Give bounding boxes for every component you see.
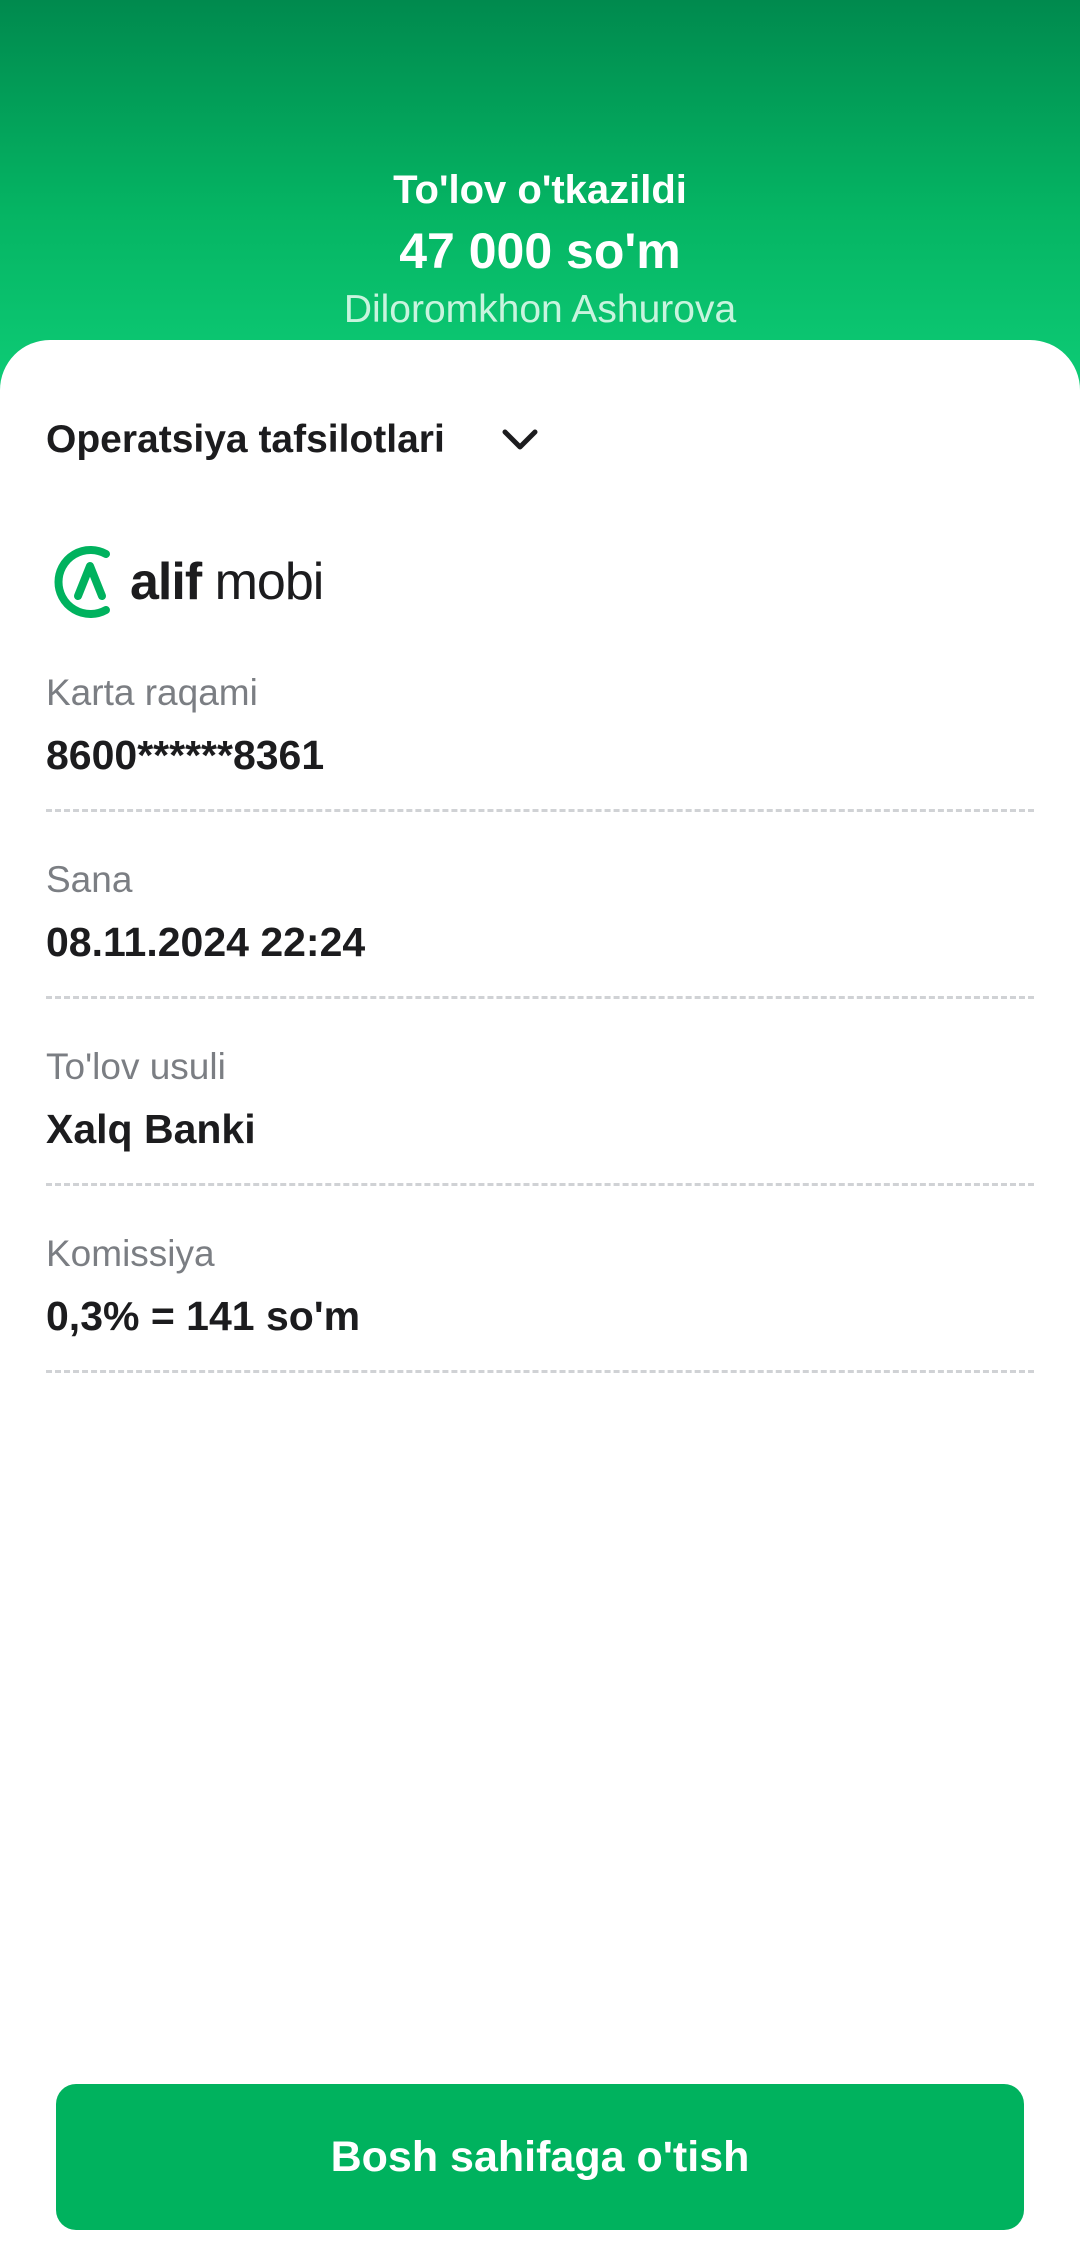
date-value: 08.11.2024 22:24 bbox=[46, 919, 366, 965]
date-row: Sana 08.11.2024 22:24 bbox=[46, 859, 1034, 999]
row-divider bbox=[46, 1370, 1034, 1373]
operation-details-title: Operatsiya tafsilotlari bbox=[46, 418, 445, 461]
operation-details-toggle[interactable]: Operatsiya tafsilotlari bbox=[46, 410, 543, 470]
row-divider bbox=[46, 1183, 1034, 1186]
alif-logo-icon bbox=[54, 546, 110, 618]
chevron-down-icon bbox=[497, 417, 543, 463]
go-home-button[interactable]: Bosh sahifaga o'tish bbox=[56, 2084, 1024, 2230]
card-number-label: Karta raqami bbox=[46, 672, 258, 713]
row-divider bbox=[46, 996, 1034, 999]
commission-value: 0,3% = 141 so'm bbox=[46, 1293, 361, 1339]
card-number-value: 8600******8361 bbox=[46, 732, 325, 778]
payment-method-value: Xalq Banki bbox=[46, 1106, 256, 1152]
payment-amount: 47 000 so'm bbox=[399, 223, 681, 279]
payment-method-label: To'lov usuli bbox=[46, 1046, 226, 1087]
date-label: Sana bbox=[46, 859, 133, 900]
recipient-name: Diloromkhon Ashurova bbox=[343, 288, 737, 331]
commission-row: Komissiya 0,3% = 141 so'm bbox=[46, 1233, 1034, 1373]
card-number-row: Karta raqami 8600******8361 bbox=[46, 672, 1034, 812]
commission-label: Komissiya bbox=[46, 1233, 215, 1274]
row-divider bbox=[46, 809, 1034, 812]
alif-mobi-logo: alif mobi bbox=[52, 540, 324, 624]
payment-method-row: To'lov usuli Xalq Banki bbox=[46, 1046, 1034, 1186]
logo-wordmark: alif mobi bbox=[130, 553, 324, 611]
payment-status-title: To'lov o'tkazildi bbox=[393, 168, 687, 212]
